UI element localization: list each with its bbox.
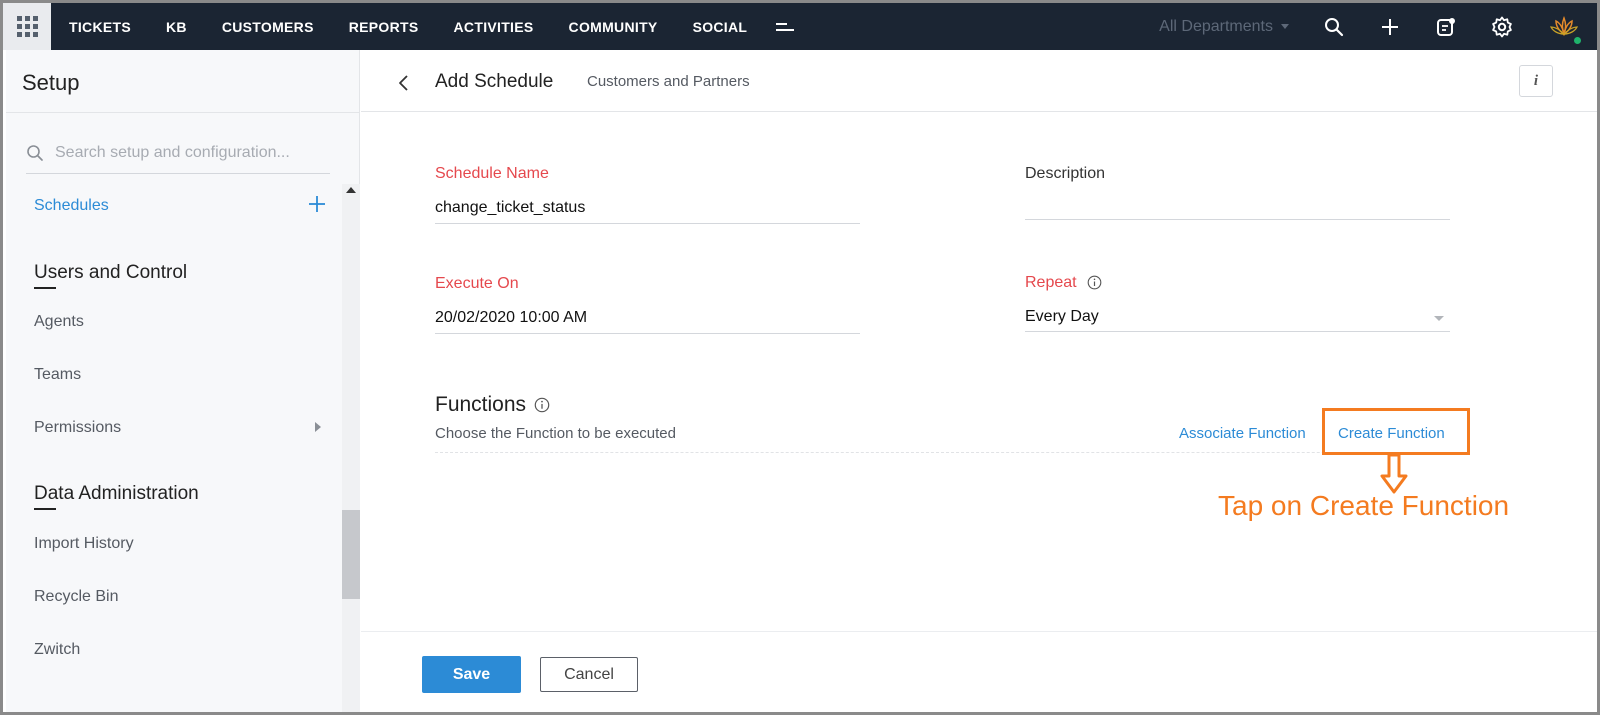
back-arrow-icon[interactable] — [397, 74, 409, 92]
page-header: Add Schedule Customers and Partners i — [361, 50, 1597, 112]
info-icon: i — [1533, 72, 1539, 89]
sidebar-item-permissions[interactable]: Permissions — [34, 419, 121, 437]
sidebar-item-schedules[interactable]: Schedules — [34, 197, 109, 215]
repeat-label: Repeat — [1025, 274, 1077, 291]
info-button[interactable]: i — [1519, 65, 1553, 97]
section-title: Data Administration — [34, 483, 199, 504]
section-users-and-control: Users and Control — [34, 262, 188, 289]
nav-tab-activities[interactable]: ACTIVITIES — [454, 19, 534, 35]
execute-on-input[interactable]: 20/02/2020 10:00 AM — [435, 309, 587, 327]
nav-tab-tickets[interactable]: TICKETS — [69, 19, 131, 35]
info-circle-icon[interactable] — [1087, 275, 1102, 290]
functions-divider — [435, 452, 1450, 453]
page-title: Add Schedule — [435, 71, 554, 92]
top-navigation: TICKETS KB CUSTOMERS REPORTS ACTIVITIES … — [3, 3, 1597, 50]
annotation-text: Tap on Create Function — [1218, 490, 1510, 521]
add-schedule-icon[interactable] — [308, 195, 326, 213]
cancel-button[interactable]: Cancel — [540, 657, 638, 692]
setup-sidebar: Setup Schedules Users and Control Agents… — [6, 50, 360, 712]
nav-tab-reports[interactable]: REPORTS — [349, 19, 419, 35]
nav-tabs: TICKETS KB CUSTOMERS REPORTS ACTIVITIES … — [69, 3, 796, 50]
nav-tab-community[interactable]: COMMUNITY — [569, 19, 658, 35]
sidebar-item-agents[interactable]: Agents — [34, 313, 84, 331]
app-window: TICKETS KB CUSTOMERS REPORTS ACTIVITIES … — [0, 0, 1600, 715]
scrollbar-thumb[interactable] — [342, 510, 360, 599]
apps-grid-icon — [16, 16, 38, 37]
avatar[interactable] — [1547, 10, 1583, 46]
nav-tab-customers[interactable]: CUSTOMERS — [222, 19, 314, 35]
execute-on-underline — [435, 333, 860, 334]
chevron-down-icon — [1281, 24, 1289, 29]
search-icon[interactable] — [1323, 16, 1345, 38]
save-button[interactable]: Save — [422, 656, 521, 693]
description-label: Description — [1025, 165, 1106, 182]
online-status-indicator — [1572, 34, 1583, 46]
apps-button[interactable] — [3, 3, 51, 50]
nav-right-tools: All Departments — [1159, 3, 1597, 50]
associate-function-link[interactable]: Associate Function — [1179, 425, 1306, 442]
department-selector[interactable]: All Departments — [1159, 18, 1289, 36]
plus-icon[interactable] — [1379, 16, 1401, 38]
sidebar-title: Setup — [22, 70, 80, 95]
repeat-select[interactable]: Every Day — [1025, 308, 1099, 326]
chevron-down-icon[interactable] — [1434, 316, 1444, 321]
functions-heading: Functions — [435, 393, 550, 417]
nav-tab-kb[interactable]: KB — [166, 19, 187, 35]
annotation-highlight-box — [1322, 408, 1470, 455]
sidebar-item-import-history[interactable]: Import History — [34, 535, 134, 553]
sidebar-item-teams[interactable]: Teams — [34, 366, 81, 384]
department-label: All Departments — [1159, 17, 1273, 35]
compose-icon[interactable] — [1435, 16, 1457, 38]
section-title: Users and Control — [34, 262, 188, 283]
more-menu-icon[interactable] — [776, 20, 796, 34]
execute-on-label: Execute On — [435, 275, 519, 292]
schedule-name-underline — [435, 223, 860, 224]
section-data-administration: Data Administration — [34, 483, 199, 510]
footer-divider — [361, 631, 1597, 632]
functions-description: Choose the Function to be executed — [435, 425, 676, 442]
sidebar-item-zwitch[interactable]: Zwitch — [34, 641, 80, 659]
nav-tab-social[interactable]: SOCIAL — [693, 19, 748, 35]
repeat-underline — [1025, 331, 1450, 332]
search-icon — [27, 144, 43, 161]
page-subtitle: Customers and Partners — [587, 73, 750, 90]
annotation-down-arrow-icon — [1380, 454, 1408, 494]
sidebar-scrollbar[interactable] — [342, 184, 360, 712]
chevron-right-icon[interactable] — [315, 422, 321, 432]
description-input[interactable] — [1025, 199, 1450, 219]
repeat-label-group: Repeat — [1025, 274, 1102, 292]
sidebar-item-recycle-bin[interactable]: Recycle Bin — [34, 588, 118, 606]
gear-icon[interactable] — [1491, 16, 1513, 38]
schedule-name-label: Schedule Name — [435, 165, 549, 182]
schedule-name-input[interactable]: change_ticket_status — [435, 199, 585, 217]
search-input[interactable] — [55, 143, 315, 162]
description-underline — [1025, 219, 1450, 220]
scroll-up-arrow-icon[interactable] — [346, 187, 356, 193]
functions-title: Functions — [435, 393, 527, 416]
divider — [6, 112, 360, 113]
info-circle-icon[interactable] — [534, 397, 550, 413]
sidebar-search — [26, 132, 330, 174]
